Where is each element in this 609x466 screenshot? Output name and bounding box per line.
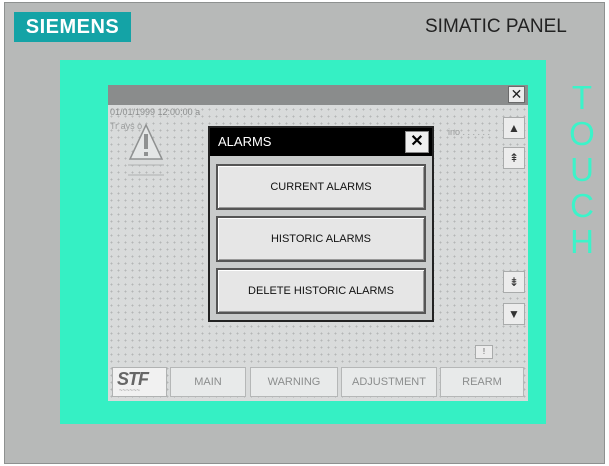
bottom-nav-bar: STF ~~~~~~ MAIN WARNING ADJUSTMENT REARM bbox=[108, 365, 528, 399]
stf-logo: STF ~~~~~~ bbox=[112, 367, 167, 397]
screen-close-button[interactable]: ✕ bbox=[508, 86, 525, 103]
touch-letter: U bbox=[570, 151, 594, 188]
nav-rearm-button[interactable]: REARM bbox=[440, 367, 524, 397]
page-down-button[interactable]: ⇟ bbox=[503, 271, 525, 293]
scroll-up-button[interactable]: ▲ bbox=[503, 117, 525, 139]
logo-subtext: ~~~~~~ bbox=[119, 388, 141, 394]
alarms-dialog-title: ALARMS bbox=[210, 128, 432, 156]
nav-adjustment-button[interactable]: ADJUSTMENT bbox=[341, 367, 437, 397]
simatic-panel-label: SIMATIC PANEL bbox=[425, 16, 567, 37]
scroll-down-button[interactable]: ▼ bbox=[503, 303, 525, 325]
siemens-logo: SIEMENS bbox=[14, 12, 131, 42]
nav-warning-button[interactable]: WARNING bbox=[250, 367, 338, 397]
alarms-dialog-close-button[interactable]: ✕ bbox=[405, 131, 429, 153]
touch-letter: O bbox=[569, 115, 595, 152]
historic-alarms-button[interactable]: HISTORIC ALARMS bbox=[216, 216, 426, 262]
current-alarms-button[interactable]: CURRENT ALARMS bbox=[216, 164, 426, 210]
nav-main-button[interactable]: MAIN bbox=[170, 367, 246, 397]
alarm-timestamp: 01/01/1999 12:00:00 a bbox=[110, 107, 201, 117]
touch-letter: H bbox=[570, 223, 594, 260]
screen-title-bar: ✕ bbox=[108, 85, 528, 105]
alarm-text-partial-right: ino . . . . . . bbox=[448, 127, 491, 137]
touch-vertical-label: T O U C H bbox=[565, 80, 599, 260]
delete-historic-alarms-button[interactable]: DELETE HISTORIC ALARMS bbox=[216, 268, 426, 314]
touch-letter: C bbox=[570, 187, 594, 224]
logo-text: STF bbox=[117, 369, 149, 389]
warning-triangle-icon bbox=[128, 123, 164, 176]
page-up-button[interactable]: ⇞ bbox=[503, 147, 525, 169]
small-info-button[interactable]: ! bbox=[475, 345, 493, 359]
touch-letter: T bbox=[571, 79, 593, 116]
alarms-dialog: ALARMS ✕ CURRENT ALARMS HISTORIC ALARMS … bbox=[208, 126, 434, 322]
